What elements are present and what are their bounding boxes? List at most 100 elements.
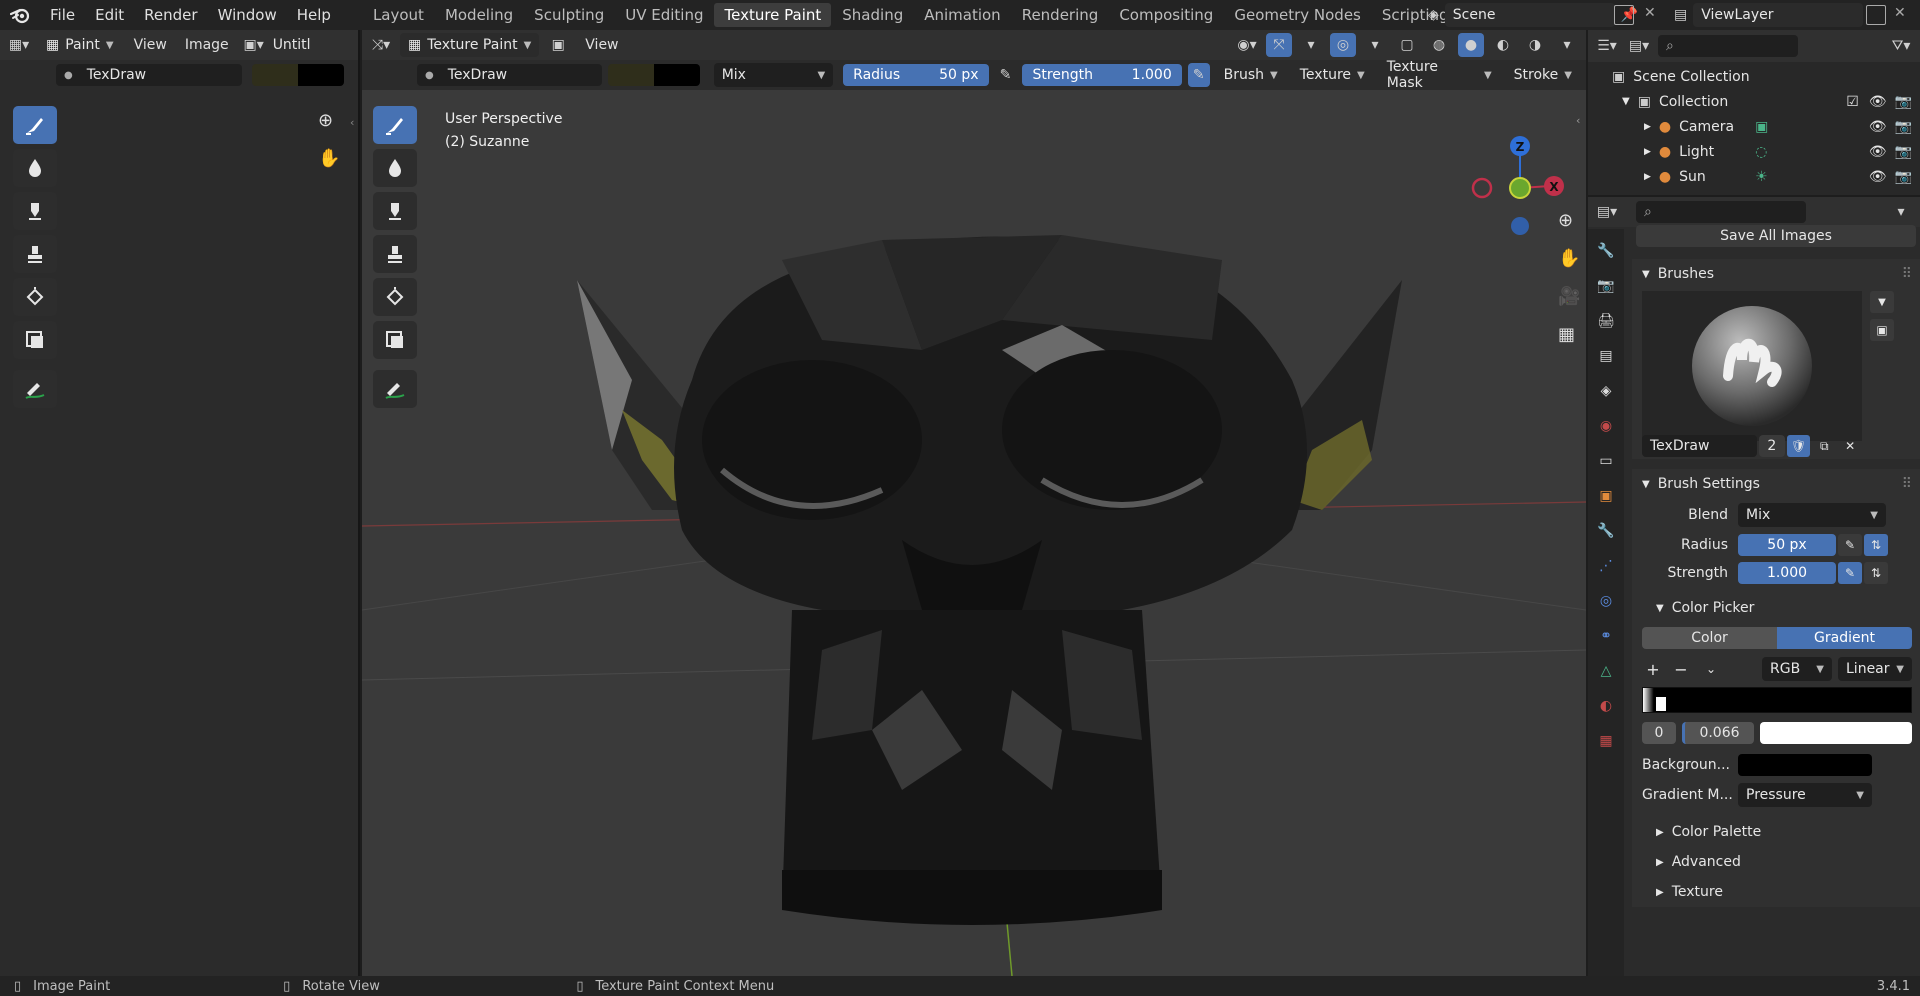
stop-index-field[interactable]: 0 [1642,722,1676,744]
radius-unit-icon[interactable]: ⇅ [1864,534,1888,556]
ramp-stop-handle[interactable] [1655,696,1667,712]
tab-rendering[interactable]: Rendering [1012,3,1109,27]
strength-slider[interactable]: Strength 1.000 [1022,64,1182,86]
viewport-primary-color[interactable] [608,64,654,86]
camera-render-icon[interactable]: 📷 [1895,94,1912,110]
menu-window[interactable]: Window [208,0,287,30]
image-name-field[interactable]: Untitl [273,37,311,53]
editor-type-icon[interactable]: ▤▾ [1594,200,1620,224]
stop-color-swatch[interactable] [1760,722,1912,744]
draw-tool-icon[interactable] [373,106,417,144]
object-tab-icon[interactable]: ▣ [1592,482,1620,510]
blend-dropdown[interactable]: Mix ▼ [1738,503,1886,527]
brush-menu[interactable]: Brush ▼ [1216,63,1286,87]
draw-tool-icon[interactable] [13,106,57,144]
render-tab-icon[interactable]: 📷 [1592,272,1620,300]
view-layer-tab-icon[interactable]: ▤ [1592,342,1620,370]
brush-users-count[interactable]: 2 [1758,435,1785,457]
tab-shading[interactable]: Shading [832,3,913,27]
fake-user-shield-icon[interactable]: 🛡 [1786,435,1811,457]
strength-pressure-icon[interactable]: ✎ [1838,562,1862,584]
tab-animation[interactable]: Animation [914,3,1010,27]
gradient-ramp[interactable] [1642,687,1912,713]
world-tab-icon[interactable]: ◉ [1592,412,1620,440]
camera-render-icon[interactable]: 📷 [1895,144,1912,160]
menu-help[interactable]: Help [287,0,341,30]
primary-color-swatch[interactable] [252,64,298,86]
tab-modeling[interactable]: Modeling [435,3,523,27]
outliner-item-sun[interactable]: ▶ ● Sun ☀ 👁 📷 [1612,164,1920,189]
interpolation-dropdown[interactable]: Linear ▼ [1838,657,1912,681]
color-picker-subpanel-header[interactable]: ▼ Color Picker [1642,593,1912,623]
stroke-menu[interactable]: Stroke ▼ [1506,63,1580,87]
rendered-shading-icon[interactable]: ◑ [1522,33,1548,57]
viewport-zoom-icon[interactable]: ⊕ [1558,210,1573,231]
color-mode-dropdown[interactable]: RGB ▼ [1762,657,1832,681]
mask-tool-icon[interactable] [13,321,57,359]
data-tab-icon[interactable]: △ [1592,657,1620,685]
viewport-view-menu[interactable]: View [577,33,626,57]
display-mode-icon[interactable]: ▤▾ [1626,34,1652,58]
brush-name-field[interactable]: TexDraw [1642,435,1757,457]
ortho-toggle-icon[interactable]: ▦ [1558,324,1575,345]
delete-view-layer-icon[interactable]: ✕ [1894,5,1906,21]
gizmo-dropdown-icon[interactable]: ▾ [1298,33,1324,57]
eye-icon[interactable]: 👁 [1869,119,1887,135]
new-view-layer-icon[interactable] [1866,5,1886,25]
remove-stop-icon[interactable]: − [1670,660,1692,679]
advanced-subpanel[interactable]: ▶ Advanced [1642,847,1912,877]
brush-settings-panel-header[interactable]: ▼ Brush Settings ⠿ [1632,469,1920,499]
tab-geometry-nodes[interactable]: Geometry Nodes [1224,3,1371,27]
tab-layout[interactable]: Layout [363,3,434,27]
tab-sculpting[interactable]: Sculpting [524,3,614,27]
image-view-menu[interactable]: View [128,33,173,57]
background-color-swatch[interactable] [1738,754,1872,776]
outliner-collection[interactable]: ▼ ▣ Collection ☑ 👁 📷 [1612,89,1920,114]
material-tab-icon[interactable]: ◐ [1592,692,1620,720]
unlink-icon[interactable]: ✕ [1838,435,1862,457]
brush-preview-thumbnail[interactable] [1642,291,1862,441]
clone-tool-icon[interactable] [13,235,57,273]
brush-image-icon[interactable]: ▣ [1870,319,1894,341]
gizmo-toggle-icon[interactable]: ⤧ [1266,33,1292,57]
constraints-tab-icon[interactable]: ⚭ [1592,622,1620,650]
image-mode-dropdown[interactable]: ▦ Paint ▼ [38,33,122,57]
tab-texture-paint[interactable]: Texture Paint [714,3,832,27]
zoom-icon[interactable]: ⊕ [318,110,333,131]
shading-dropdown-icon[interactable]: ▾ [1554,33,1580,57]
outliner-search-input[interactable]: ⌕ [1658,35,1798,57]
blender-logo-icon[interactable] [0,0,40,30]
viewport-secondary-color[interactable] [653,64,700,86]
add-stop-icon[interactable]: + [1642,660,1664,679]
secondary-color-swatch[interactable] [298,64,344,86]
new-scene-icon[interactable] [1614,5,1634,25]
outliner-item-camera[interactable]: ▶ ● Camera ▣ 👁 📷 [1612,114,1920,139]
overlay-dropdown-icon[interactable]: ▾ [1362,33,1388,57]
delete-scene-icon[interactable]: ✕ [1644,5,1656,21]
drag-handle-icon[interactable]: ⠿ [1902,266,1912,282]
color-tab[interactable]: Color [1642,627,1777,649]
camera-render-icon[interactable]: 📷 [1895,119,1912,135]
physics-tab-icon[interactable]: ◎ [1592,587,1620,615]
viewport-brush-field[interactable]: ● TexDraw [417,64,603,86]
brushes-panel-header[interactable]: ▼ Brushes ⠿ [1632,259,1920,289]
particles-tab-icon[interactable]: ⋰ [1592,552,1620,580]
radius-pressure-icon[interactable]: ✎ [995,63,1017,87]
texture-tab-icon[interactable]: ▦ [1592,727,1620,755]
gizmo-y-icon[interactable] [1509,177,1531,199]
eye-icon[interactable]: 👁 [1869,94,1887,110]
mode-dropdown[interactable]: ▦ Texture Paint ▼ [400,33,540,57]
outliner-scene-collection[interactable]: ▣ Scene Collection [1612,64,1920,89]
pan-hand-icon[interactable]: ✋ [318,148,340,169]
collection-tab-icon[interactable]: ▭ [1592,447,1620,475]
viewport-3d[interactable]: ⤨▾ ▦ Texture Paint ▼ ▣ View ◉▾ ⤧ ▾ ◎ ▾ ▢ … [362,30,1586,976]
radius-slider[interactable]: Radius 50 px [843,64,989,86]
texture-menu[interactable]: Texture ▼ [1292,63,1373,87]
wireframe-shading-icon[interactable]: ◍ [1426,33,1452,57]
texture-subpanel[interactable]: ▶ Texture [1642,877,1912,907]
fill-tool-icon[interactable] [373,278,417,316]
editor-type-icon[interactable]: ⤨▾ [368,33,394,57]
expand-arrow-icon[interactable]: ▶ [1644,172,1651,182]
strength-unit-icon[interactable]: ⇅ [1864,562,1888,584]
ramp-menu-icon[interactable]: ⌄ [1698,662,1724,676]
